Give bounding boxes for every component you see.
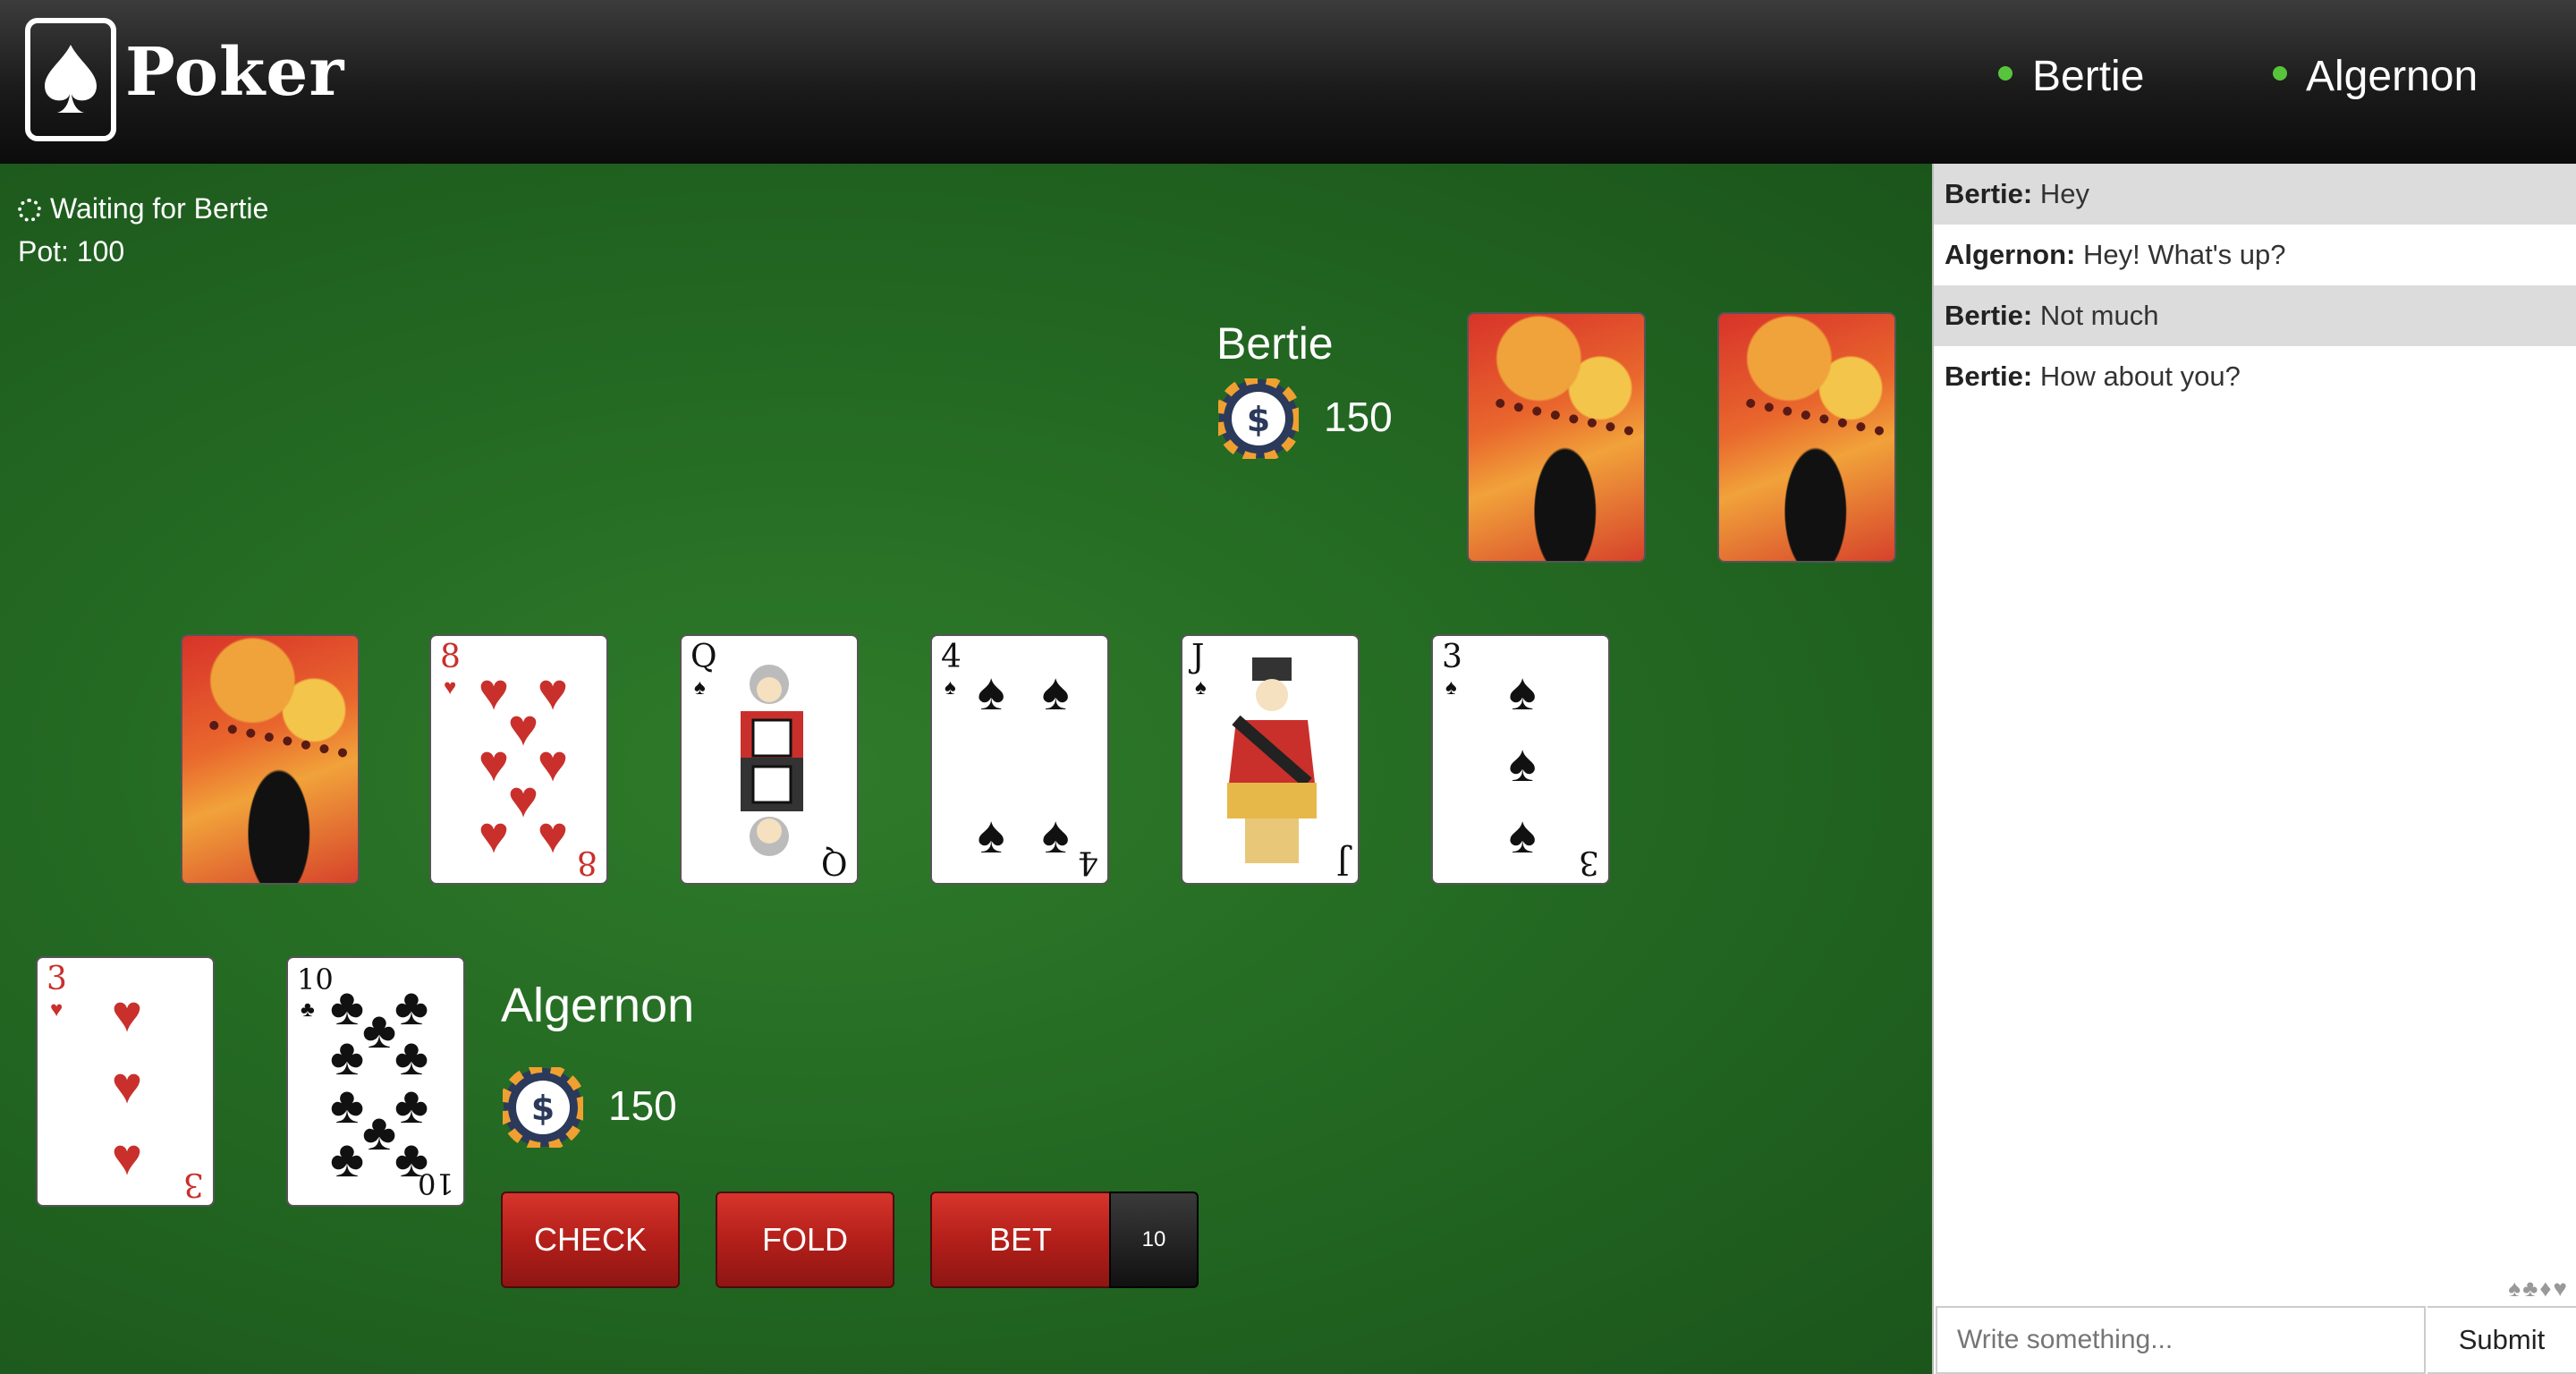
chat-message: Algernon: Hey! What's up?	[1945, 239, 2286, 270]
header-player-bertie[interactable]: Bertie	[2032, 52, 2144, 101]
player-card-3-hearts: 3 ♥ ♥ ♥ ♥ 3	[36, 956, 215, 1207]
svg-text:$: $	[531, 1089, 555, 1128]
loading-spinner-icon	[18, 199, 41, 222]
player-card-10-clubs: 10 ♣ ♣ ♣ ♣ ♣ ♣ ♣ ♣ ♣ ♣ ♣ 10	[286, 956, 465, 1207]
chat-panel: Bertie: Hey Algernon: Hey! What's up? Be…	[1932, 164, 2576, 1374]
opponent-chip-count: 150	[1324, 394, 1393, 440]
community-card-jack-spades: J ♠ J	[1181, 634, 1360, 885]
spade-logo-icon	[25, 18, 116, 141]
community-card-8-hearts: 8 ♥ ♥ ♥ ♥ ♥ ♥ ♥ ♥ ♥ 8	[429, 634, 608, 885]
opponent-name: Bertie	[1216, 318, 1334, 369]
community-card-queen-spades: Q ♠ Q	[680, 634, 859, 885]
chat-input[interactable]	[1936, 1306, 2426, 1374]
bet-button[interactable]: BET	[930, 1192, 1111, 1288]
header-player-algernon[interactable]: Algernon	[2306, 52, 2478, 101]
chip-icon: $	[503, 1067, 583, 1148]
fold-button[interactable]: FOLD	[716, 1192, 894, 1288]
opponent-card-back	[1717, 312, 1896, 563]
online-status-dot	[2273, 66, 2287, 81]
community-card-4-spades: 4 ♠ ♠ ♠ ♠ ♠ 4	[930, 634, 1109, 885]
player-name: Algernon	[501, 979, 695, 1032]
svg-text:$: $	[1247, 400, 1270, 439]
player-chip-count: 150	[608, 1082, 677, 1129]
check-button[interactable]: CHECK	[501, 1192, 680, 1288]
turn-status: Waiting for Bertie	[18, 192, 268, 225]
opponent-card-back	[1467, 312, 1646, 563]
community-card-back	[181, 634, 360, 885]
chat-message: Bertie: Not much	[1934, 285, 2576, 346]
app-title: Poker	[125, 34, 345, 111]
status-text: Waiting for Bertie	[50, 192, 269, 225]
community-card-3-spades: 3 ♠ ♠ ♠ ♠ 3	[1431, 634, 1610, 885]
bet-amount-field[interactable]: 10	[1109, 1192, 1199, 1288]
header-bar: Poker Bertie Algernon	[0, 0, 2576, 165]
card-suits-icon: ♠♣♦♥	[2508, 1275, 2569, 1302]
chip-icon: $	[1218, 378, 1299, 459]
chat-message: Bertie: Hey	[1934, 164, 2576, 225]
online-status-dot	[1998, 66, 2012, 81]
chat-submit-button[interactable]: Submit	[2428, 1306, 2576, 1374]
pot-amount: Pot: 100	[18, 235, 125, 267]
chat-message: Bertie: How about you?	[1945, 360, 2241, 392]
